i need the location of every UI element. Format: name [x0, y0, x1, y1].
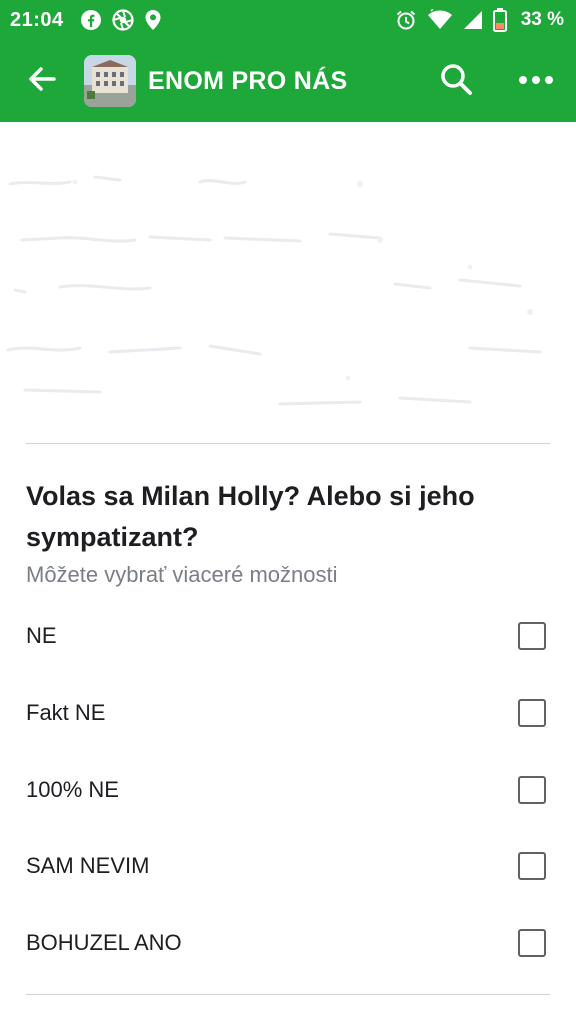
obscured-content: [0, 122, 576, 442]
group-title[interactable]: ENOM PRO NÁS: [148, 67, 416, 96]
poll-option-checkbox[interactable]: [518, 776, 546, 804]
poll-option-bohuzel-ano[interactable]: BOHUZEL ANO: [0, 905, 576, 981]
faded-text-decoration: [6, 175, 542, 406]
app-bar: ENOM PRO NÁS: [0, 40, 576, 122]
status-time: 21:04: [10, 8, 64, 31]
status-right: 33 %: [395, 8, 564, 32]
poll-option-100-ne[interactable]: 100% NE: [0, 752, 576, 828]
aperture-icon: [112, 9, 134, 31]
poll-option-fakt-ne[interactable]: Fakt NE: [0, 675, 576, 751]
location-pin-icon: [144, 9, 162, 31]
search-button[interactable]: [416, 40, 496, 122]
poll-option-label: 100% NE: [26, 777, 119, 802]
divider-top: [26, 443, 550, 444]
battery-icon: [492, 8, 507, 32]
more-options-button[interactable]: [496, 40, 576, 122]
poll-option-ne[interactable]: NE: [0, 598, 576, 674]
arrow-back-icon: [27, 64, 57, 99]
cell-signal-icon: [463, 9, 483, 31]
search-icon: [439, 62, 473, 101]
poll-option-checkbox[interactable]: [518, 699, 546, 727]
more-horizontal-icon: [518, 72, 554, 90]
poll-option-label: Fakt NE: [26, 700, 106, 725]
wifi-icon: [427, 9, 453, 31]
poll-question: Volas sa Milan Holly? Alebo si jeho symp…: [26, 481, 475, 552]
poll-option-label: NE: [26, 623, 57, 648]
poll-option-label: SAM NEVIM: [26, 853, 150, 878]
battery-percent: 33 %: [520, 9, 564, 30]
divider-bottom: [26, 994, 550, 995]
poll-hint: Môžete vybrať viaceré možnosti: [26, 562, 338, 587]
back-button[interactable]: [0, 40, 84, 122]
poll-option-label: BOHUZEL ANO: [26, 930, 182, 955]
status-left: 21:04: [10, 9, 162, 32]
facebook-icon: [80, 9, 102, 31]
alarm-icon: [395, 9, 417, 31]
poll-option-checkbox[interactable]: [518, 929, 546, 957]
poll-option-sam-nevim[interactable]: SAM NEVIM: [0, 828, 576, 904]
poll-option-checkbox[interactable]: [518, 622, 546, 650]
poll-option-checkbox[interactable]: [518, 852, 546, 880]
group-avatar[interactable]: [84, 55, 136, 107]
status-bar: 21:04 33 %: [0, 0, 576, 40]
